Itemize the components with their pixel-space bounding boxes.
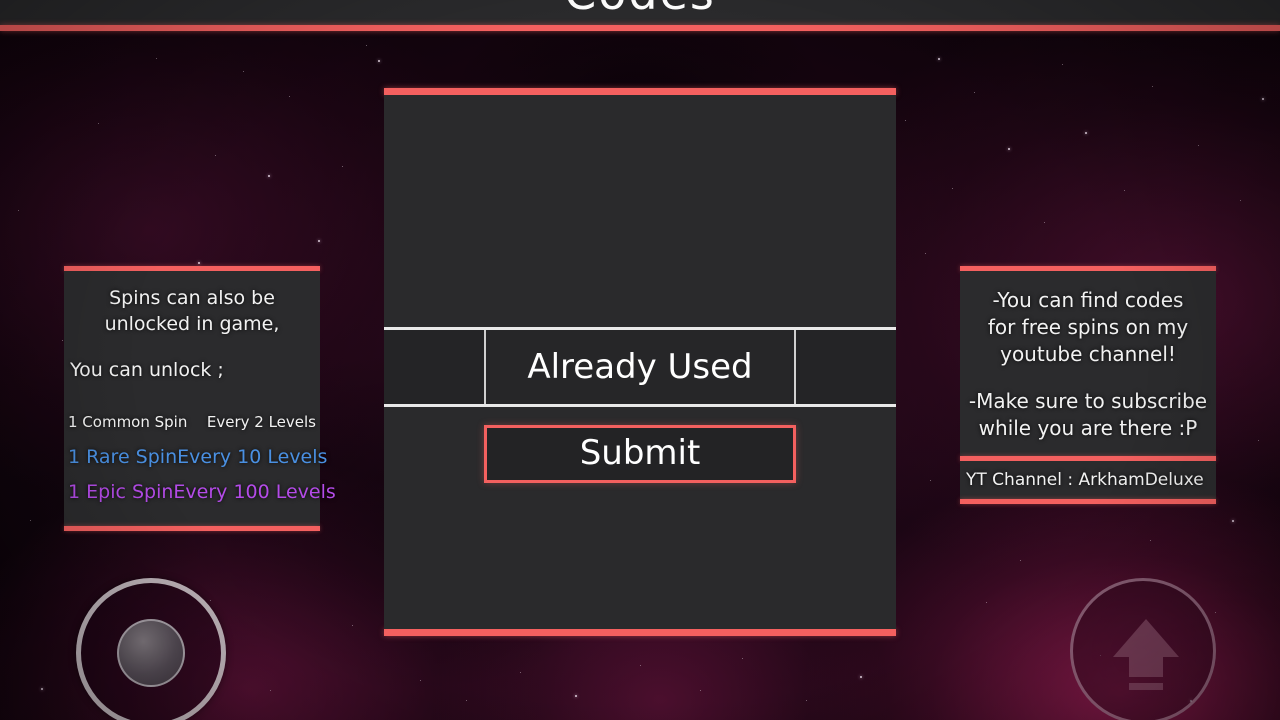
star [342,166,343,167]
star [1232,520,1234,522]
movement-joystick[interactable] [76,578,226,720]
star [41,688,43,690]
list-item: 1 Rare Spin Every 10 Levels [68,440,327,475]
star [30,520,31,521]
star [905,120,906,121]
right-panel-p1-line1: -You can find codes [992,288,1184,312]
star [806,700,807,701]
star [420,680,421,681]
right-panel-paragraph-2: -Make sure to subscribe while you are th… [964,388,1212,442]
game-screen: Codes Spins can also be unlocked in game… [0,0,1280,720]
right-panel-p1-line2: for free spins on my [987,315,1189,339]
star [318,240,320,242]
star [952,188,953,189]
star [289,96,290,97]
right-panel-p2-line2: while you are there :P [978,416,1198,440]
star [1262,98,1264,100]
star [1008,148,1010,150]
jump-button[interactable] [1070,578,1216,720]
left-panel-subheading: You can unlock ; [70,359,224,381]
code-redeem-dialog: Submit [384,88,896,636]
dialog-bottom-accent [384,629,896,636]
star [938,58,940,60]
right-panel-bottom-accent [960,499,1216,504]
youtube-info-panel: -You can find codes for free spins on my… [960,266,1216,504]
code-input[interactable] [484,330,796,404]
spin-tier-rate: Every 10 Levels [177,446,328,468]
right-panel-p2-line1: -Make sure to subscribe [968,389,1208,413]
left-panel-bottom-accent [64,526,320,531]
star [974,92,975,93]
dialog-top-accent [384,88,896,95]
star [860,676,862,678]
star [1085,132,1087,134]
star [243,71,244,72]
star [270,690,271,691]
star [640,665,641,666]
right-panel-paragraph-1: -You can find codes for free spins on my… [964,287,1212,368]
spin-tier-name: 1 Common Spin [68,413,188,431]
star [378,60,380,62]
yt-channel-label: YT Channel : ArkhamDeluxe [966,470,1204,490]
spin-tier-name: 1 Epic Spin [68,481,174,503]
spins-info-panel: Spins can also be unlocked in game, You … [64,266,336,531]
star [198,262,200,264]
submit-button[interactable]: Submit [484,425,796,483]
star [215,155,216,156]
star [925,253,926,254]
list-item: 1 Common Spin Every 2 Levels [68,405,316,440]
left-panel-heading-line2: unlocked in game, [104,313,280,335]
star [98,123,99,124]
star [1150,540,1151,541]
star [268,175,270,177]
list-item: 1 Epic Spin Every 100 Levels [68,475,336,510]
left-panel-heading-line1: Spins can also be [109,287,275,309]
star [520,672,521,673]
star [1124,190,1125,191]
star [742,658,743,659]
star [156,58,157,59]
star [1198,145,1199,146]
star [1020,560,1021,561]
star [1044,222,1045,223]
header-accent-rule [0,25,1280,31]
spin-tier-rate: Every 2 Levels [206,413,316,431]
star [1062,64,1063,65]
star [466,700,467,701]
star [62,340,63,341]
star [366,45,367,46]
left-panel-heading: Spins can also be unlocked in game, [68,285,316,337]
star [1152,86,1153,87]
star [986,602,987,603]
arrow-up-icon [1113,619,1179,690]
star [575,695,577,697]
star [700,690,701,691]
spin-tier-rate: Every 100 Levels [173,481,336,503]
star [18,210,19,211]
spin-unlock-list: 1 Common Spin Every 2 Levels 1 Rare Spin… [68,405,336,510]
page-title: Codes [0,0,1280,20]
star [1240,200,1241,201]
joystick-knob[interactable] [117,619,185,687]
star [930,480,931,481]
right-panel-body: -You can find codes for free spins on my… [960,271,1216,456]
code-input-row [384,327,896,407]
star [1258,440,1259,441]
dialog-body: Submit [384,95,896,629]
right-panel-footer: YT Channel : ArkhamDeluxe [960,461,1216,499]
star [1215,612,1216,613]
left-panel-body: Spins can also be unlocked in game, You … [64,271,336,526]
spin-tier-name: 1 Rare Spin [68,446,178,468]
star [352,625,353,626]
right-panel-p1-line3: youtube channel! [1000,342,1176,366]
top-header-bar: Codes [0,0,1280,25]
